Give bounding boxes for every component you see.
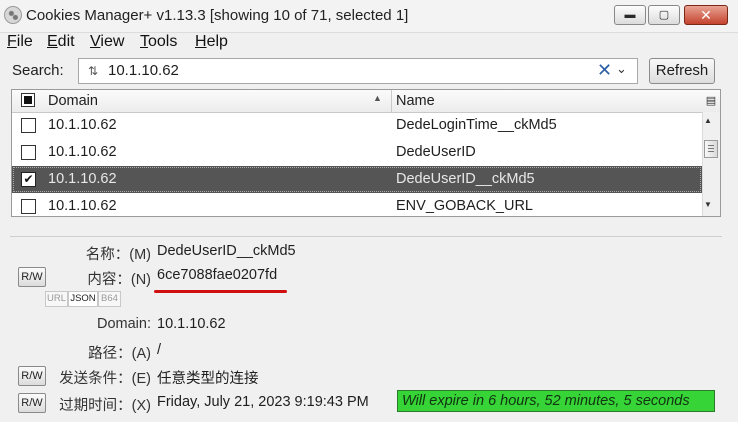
close-button[interactable]: ✕: [684, 5, 728, 25]
chevron-down-icon[interactable]: ⌄: [616, 61, 627, 77]
search-value[interactable]: 10.1.10.62: [108, 62, 179, 79]
row-checkbox[interactable]: [21, 145, 36, 160]
path-value[interactable]: /: [157, 342, 161, 358]
cell-domain: 10.1.10.62: [48, 198, 117, 214]
cell-name: DedeLoginTime__ckMd5: [396, 117, 557, 133]
domain-label: Domain:: [97, 316, 151, 332]
menu-file[interactable]: File: [7, 33, 33, 51]
search-label: Search:: [12, 62, 64, 79]
scroll-up-icon[interactable]: ▲: [704, 116, 712, 125]
content-value[interactable]: 6ce7088fae0207fd: [157, 267, 277, 283]
format-b64-button[interactable]: B64: [98, 291, 121, 307]
domain-value[interactable]: 10.1.10.62: [157, 316, 226, 332]
menu-help[interactable]: Help: [195, 33, 228, 51]
format-json-button[interactable]: JSON: [68, 291, 98, 307]
cell-domain: 10.1.10.62: [48, 117, 117, 133]
name-label: 名称：(M): [85, 247, 151, 263]
send-condition-label: 发送条件：(E): [59, 371, 151, 387]
sort-ascending-icon: ▲: [373, 93, 382, 103]
clear-icon[interactable]: ✕: [597, 60, 612, 81]
row-checkbox-checked[interactable]: ✔: [21, 172, 36, 187]
cell-name: DedeUserID__ckMd5: [396, 171, 535, 187]
expiry-countdown-text: Will expire in 6 hours, 52 minutes, 5 se…: [402, 393, 690, 409]
cell-name: ENV_GOBACK_URL: [396, 198, 533, 214]
expiry-progress-bar: Will expire in 6 hours, 52 minutes, 5 se…: [397, 390, 715, 412]
table-row[interactable]: 10.1.10.62 DedeUserID: [12, 139, 702, 166]
cell-name: DedeUserID: [396, 144, 476, 160]
menu-tools[interactable]: Tools: [140, 33, 177, 51]
row-checkbox[interactable]: [21, 199, 36, 214]
maximize-button[interactable]: ▢: [648, 5, 680, 25]
select-all-checkbox[interactable]: [21, 93, 35, 107]
name-value[interactable]: DedeUserID__ckMd5: [157, 243, 296, 259]
send-rw-button[interactable]: R/W: [18, 366, 46, 386]
window-title: Cookies Manager+ v1.13.3 [showing 10 of …: [26, 7, 409, 24]
cell-domain: 10.1.10.62: [48, 144, 117, 160]
column-header-name[interactable]: Name: [396, 93, 435, 109]
column-picker-icon[interactable]: ▤: [702, 90, 720, 113]
menu-edit[interactable]: Edit: [47, 33, 75, 51]
scrollbar-thumb[interactable]: [704, 140, 718, 158]
scroll-down-icon[interactable]: ▼: [704, 200, 712, 209]
content-rw-button[interactable]: R/W: [18, 267, 46, 287]
table-row[interactable]: 10.1.10.62 ENV_GOBACK_URL: [12, 193, 702, 216]
send-condition-value[interactable]: 任意类型的连接: [157, 367, 259, 388]
red-underline-annotation: [154, 290, 287, 293]
table-row[interactable]: 10.1.10.62 DedeLoginTime__ckMd5: [12, 112, 702, 139]
search-mode-icon[interactable]: ⇅: [84, 62, 102, 80]
table-header: Domain ▲ Name: [12, 90, 702, 113]
column-header-domain[interactable]: Domain: [48, 93, 98, 109]
minimize-button[interactable]: ▬: [614, 5, 646, 25]
cell-domain: 10.1.10.62: [48, 171, 117, 187]
format-url-button[interactable]: URL: [45, 291, 68, 307]
bottom-edge: [0, 416, 738, 421]
expires-rw-button[interactable]: R/W: [18, 393, 46, 413]
path-label: 路径：(A): [88, 346, 151, 362]
menu-view[interactable]: View: [90, 33, 124, 51]
expires-value[interactable]: Friday, July 21, 2023 9:19:43 PM: [157, 394, 369, 410]
column-divider[interactable]: [391, 90, 392, 112]
cookie-icon: [4, 6, 22, 24]
table-row-selected[interactable]: ✔ 10.1.10.62 DedeUserID__ckMd5: [12, 166, 702, 193]
cookie-table: Domain ▲ Name ▤ 10.1.10.62 DedeLoginTime…: [11, 89, 721, 217]
content-label: 内容：(N): [87, 272, 151, 288]
expires-label: 过期时间：(X): [59, 398, 151, 414]
refresh-button[interactable]: Refresh: [649, 58, 715, 84]
row-checkbox[interactable]: [21, 118, 36, 133]
